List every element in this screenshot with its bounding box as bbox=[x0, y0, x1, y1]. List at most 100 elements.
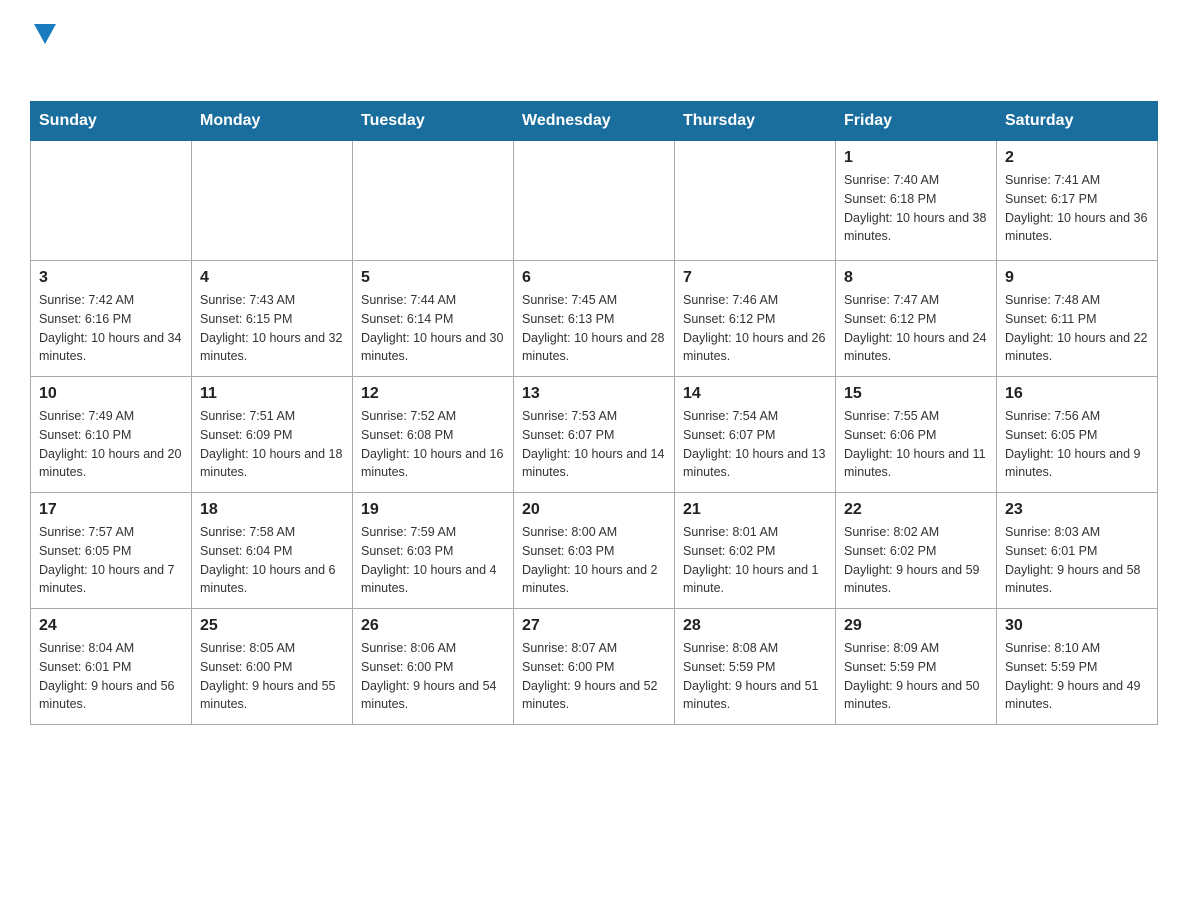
day-number: 4 bbox=[200, 269, 344, 287]
day-number: 12 bbox=[361, 385, 505, 403]
day-number: 24 bbox=[39, 617, 183, 635]
day-number: 29 bbox=[844, 617, 988, 635]
weekday-header-sunday: Sunday bbox=[31, 102, 192, 141]
calendar-cell bbox=[675, 141, 836, 261]
day-number: 14 bbox=[683, 385, 827, 403]
day-number: 1 bbox=[844, 149, 988, 167]
weekday-header-saturday: Saturday bbox=[997, 102, 1158, 141]
day-info: Sunrise: 7:40 AMSunset: 6:18 PMDaylight:… bbox=[844, 171, 988, 246]
day-number: 28 bbox=[683, 617, 827, 635]
day-info: Sunrise: 7:45 AMSunset: 6:13 PMDaylight:… bbox=[522, 291, 666, 366]
calendar-cell: 30 Sunrise: 8:10 AMSunset: 5:59 PMDayligh… bbox=[997, 609, 1158, 725]
calendar-cell: 6 Sunrise: 7:45 AMSunset: 6:13 PMDaylight… bbox=[514, 261, 675, 377]
day-info: Sunrise: 7:58 AMSunset: 6:04 PMDaylight:… bbox=[200, 523, 344, 598]
day-number: 17 bbox=[39, 501, 183, 519]
calendar-cell: 5Sunrise: 7:44 AMSunset: 6:14 PMDaylight… bbox=[353, 261, 514, 377]
day-number: 18 bbox=[200, 501, 344, 519]
day-number: 2 bbox=[1005, 149, 1149, 167]
day-number: 11 bbox=[200, 385, 344, 403]
calendar-week-row: 3 Sunrise: 7:42 AMSunset: 6:16 PMDaylight… bbox=[31, 261, 1158, 377]
calendar-cell: 19 Sunrise: 7:59 AMSunset: 6:03 PMDayligh… bbox=[353, 493, 514, 609]
day-number: 19 bbox=[361, 501, 505, 519]
calendar-cell: 12 Sunrise: 7:52 AMSunset: 6:08 PMDayligh… bbox=[353, 377, 514, 493]
day-number: 15 bbox=[844, 385, 988, 403]
calendar-cell: 27 Sunrise: 8:07 AMSunset: 6:00 PMDayligh… bbox=[514, 609, 675, 725]
day-info: Sunrise: 7:48 AMSunset: 6:11 PMDaylight:… bbox=[1005, 291, 1149, 366]
calendar-cell: 3 Sunrise: 7:42 AMSunset: 6:16 PMDaylight… bbox=[31, 261, 192, 377]
day-info: Sunrise: 8:02 AMSunset: 6:02 PMDaylight:… bbox=[844, 523, 988, 598]
day-info: Sunrise: 7:53 AMSunset: 6:07 PMDaylight:… bbox=[522, 407, 666, 482]
calendar-cell: 14Sunrise: 7:54 AMSunset: 6:07 PMDayligh… bbox=[675, 377, 836, 493]
calendar-cell bbox=[31, 141, 192, 261]
day-info: Sunrise: 7:51 AMSunset: 6:09 PMDaylight:… bbox=[200, 407, 344, 482]
calendar-cell: 7 Sunrise: 7:46 AMSunset: 6:12 PMDaylight… bbox=[675, 261, 836, 377]
day-number: 9 bbox=[1005, 269, 1149, 287]
day-info: Sunrise: 7:55 AMSunset: 6:06 PMDaylight:… bbox=[844, 407, 988, 482]
day-info: Sunrise: 7:57 AMSunset: 6:05 PMDaylight:… bbox=[39, 523, 183, 598]
day-info: Sunrise: 8:01 AMSunset: 6:02 PMDaylight:… bbox=[683, 523, 827, 598]
day-number: 6 bbox=[522, 269, 666, 287]
weekday-header-friday: Friday bbox=[836, 102, 997, 141]
day-info: Sunrise: 7:49 AMSunset: 6:10 PMDaylight:… bbox=[39, 407, 183, 482]
day-info: Sunrise: 7:43 AMSunset: 6:15 PMDaylight:… bbox=[200, 291, 344, 366]
day-info: Sunrise: 8:09 AMSunset: 5:59 PMDaylight:… bbox=[844, 639, 988, 714]
day-number: 22 bbox=[844, 501, 988, 519]
calendar-cell: 9 Sunrise: 7:48 AMSunset: 6:11 PMDaylight… bbox=[997, 261, 1158, 377]
calendar-cell: 13 Sunrise: 7:53 AMSunset: 6:07 PMDayligh… bbox=[514, 377, 675, 493]
day-number: 21 bbox=[683, 501, 827, 519]
day-info: Sunrise: 7:59 AMSunset: 6:03 PMDaylight:… bbox=[361, 523, 505, 598]
calendar-week-row: 24 Sunrise: 8:04 AMSunset: 6:01 PMDayligh… bbox=[31, 609, 1158, 725]
day-info: Sunrise: 8:07 AMSunset: 6:00 PMDaylight:… bbox=[522, 639, 666, 714]
day-number: 10 bbox=[39, 385, 183, 403]
calendar-cell bbox=[514, 141, 675, 261]
day-info: Sunrise: 8:08 AMSunset: 5:59 PMDaylight:… bbox=[683, 639, 827, 714]
weekday-header-monday: Monday bbox=[192, 102, 353, 141]
weekday-header-thursday: Thursday bbox=[675, 102, 836, 141]
calendar-cell: 4 Sunrise: 7:43 AMSunset: 6:15 PMDaylight… bbox=[192, 261, 353, 377]
day-info: Sunrise: 8:03 AMSunset: 6:01 PMDaylight:… bbox=[1005, 523, 1149, 598]
day-info: Sunrise: 8:00 AMSunset: 6:03 PMDaylight:… bbox=[522, 523, 666, 598]
calendar-cell: 29 Sunrise: 8:09 AMSunset: 5:59 PMDayligh… bbox=[836, 609, 997, 725]
calendar-cell: 10 Sunrise: 7:49 AMSunset: 6:10 PMDayligh… bbox=[31, 377, 192, 493]
day-info: Sunrise: 8:06 AMSunset: 6:00 PMDaylight:… bbox=[361, 639, 505, 714]
day-number: 7 bbox=[683, 269, 827, 287]
day-info: Sunrise: 7:42 AMSunset: 6:16 PMDaylight:… bbox=[39, 291, 183, 366]
calendar-table: SundayMondayTuesdayWednesdayThursdayFrid… bbox=[30, 101, 1158, 725]
day-info: Sunrise: 8:04 AMSunset: 6:01 PMDaylight:… bbox=[39, 639, 183, 714]
calendar-cell: 23Sunrise: 8:03 AMSunset: 6:01 PMDayligh… bbox=[997, 493, 1158, 609]
calendar-cell: 26 Sunrise: 8:06 AMSunset: 6:00 PMDayligh… bbox=[353, 609, 514, 725]
logo bbox=[30, 20, 56, 81]
day-number: 30 bbox=[1005, 617, 1149, 635]
calendar-cell bbox=[353, 141, 514, 261]
calendar-cell: 18 Sunrise: 7:58 AMSunset: 6:04 PMDayligh… bbox=[192, 493, 353, 609]
calendar-cell: 16Sunrise: 7:56 AMSunset: 6:05 PMDayligh… bbox=[997, 377, 1158, 493]
day-info: Sunrise: 8:10 AMSunset: 5:59 PMDaylight:… bbox=[1005, 639, 1149, 714]
day-info: Sunrise: 8:05 AMSunset: 6:00 PMDaylight:… bbox=[200, 639, 344, 714]
calendar-cell: 15 Sunrise: 7:55 AMSunset: 6:06 PMDayligh… bbox=[836, 377, 997, 493]
day-info: Sunrise: 7:52 AMSunset: 6:08 PMDaylight:… bbox=[361, 407, 505, 482]
calendar-cell: 17 Sunrise: 7:57 AMSunset: 6:05 PMDayligh… bbox=[31, 493, 192, 609]
day-number: 13 bbox=[522, 385, 666, 403]
day-number: 27 bbox=[522, 617, 666, 635]
calendar-cell: 11 Sunrise: 7:51 AMSunset: 6:09 PMDayligh… bbox=[192, 377, 353, 493]
calendar-cell: 28 Sunrise: 8:08 AMSunset: 5:59 PMDayligh… bbox=[675, 609, 836, 725]
day-info: Sunrise: 7:44 AMSunset: 6:14 PMDaylight:… bbox=[361, 291, 505, 366]
day-number: 3 bbox=[39, 269, 183, 287]
day-number: 16 bbox=[1005, 385, 1149, 403]
calendar-cell: 1 Sunrise: 7:40 AMSunset: 6:18 PMDaylight… bbox=[836, 141, 997, 261]
day-info: Sunrise: 7:47 AMSunset: 6:12 PMDaylight:… bbox=[844, 291, 988, 366]
calendar-cell: 20Sunrise: 8:00 AMSunset: 6:03 PMDayligh… bbox=[514, 493, 675, 609]
logo-triangle-icon bbox=[34, 24, 56, 44]
day-number: 25 bbox=[200, 617, 344, 635]
calendar-cell: 21 Sunrise: 8:01 AMSunset: 6:02 PMDayligh… bbox=[675, 493, 836, 609]
calendar-cell: 25 Sunrise: 8:05 AMSunset: 6:00 PMDayligh… bbox=[192, 609, 353, 725]
calendar-cell bbox=[192, 141, 353, 261]
calendar-week-row: 1 Sunrise: 7:40 AMSunset: 6:18 PMDaylight… bbox=[31, 141, 1158, 261]
day-number: 26 bbox=[361, 617, 505, 635]
calendar-cell: 2 Sunrise: 7:41 AMSunset: 6:17 PMDaylight… bbox=[997, 141, 1158, 261]
day-number: 8 bbox=[844, 269, 988, 287]
calendar-cell: 8 Sunrise: 7:47 AMSunset: 6:12 PMDaylight… bbox=[836, 261, 997, 377]
calendar-week-row: 10 Sunrise: 7:49 AMSunset: 6:10 PMDayligh… bbox=[31, 377, 1158, 493]
day-info: Sunrise: 7:41 AMSunset: 6:17 PMDaylight:… bbox=[1005, 171, 1149, 246]
day-info: Sunrise: 7:46 AMSunset: 6:12 PMDaylight:… bbox=[683, 291, 827, 366]
